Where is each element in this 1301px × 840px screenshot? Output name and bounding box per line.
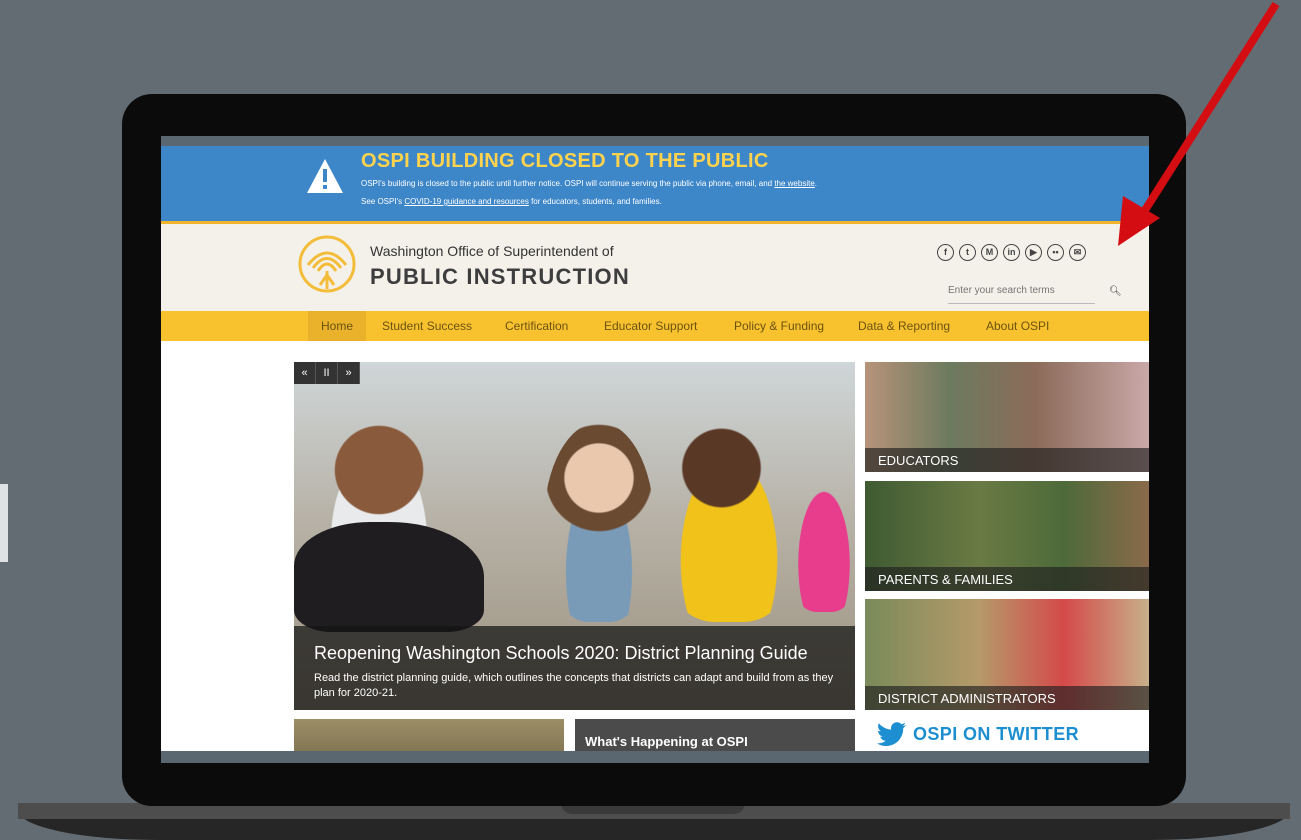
twitter-label: OSPI ON TWITTER — [913, 723, 1079, 744]
slideshow-controls: « II » — [294, 362, 360, 384]
browser-bottom-strip — [161, 751, 1149, 763]
hero-caption: Reopening Washington Schools 2020: Distr… — [294, 626, 855, 710]
org-name-big: PUBLIC INSTRUCTION — [370, 264, 630, 289]
search-input[interactable] — [948, 281, 1095, 304]
nav-student-success[interactable]: Student Success — [382, 311, 472, 341]
hero-title[interactable]: Reopening Washington Schools 2020: Distr… — [314, 643, 808, 664]
medium-icon[interactable]: M — [981, 244, 998, 261]
alert-line-1: OSPI's building is closed to the public … — [361, 179, 818, 188]
laptop-screen: OSPI BUILDING CLOSED TO THE PUBLIC OSPI'… — [161, 136, 1149, 763]
nav-policy-funding[interactable]: Policy & Funding — [734, 311, 824, 341]
hero-child-3 — [654, 402, 804, 622]
alert-title: OSPI BUILDING CLOSED TO THE PUBLIC — [361, 150, 769, 172]
linkedin-icon[interactable]: in — [1003, 244, 1020, 261]
nav-home[interactable]: Home — [308, 311, 367, 341]
pause-slide-button[interactable]: II — [316, 362, 338, 384]
tile-district-administrators-label: DISTRICT ADMINISTRATORS — [865, 686, 1149, 710]
next-slide-button[interactable]: » — [338, 362, 360, 384]
hero-child-4 — [784, 452, 855, 612]
nav-educator-support[interactable]: Educator Support — [604, 311, 697, 341]
tile-district-administrators[interactable]: DISTRICT ADMINISTRATORS — [865, 599, 1149, 710]
tile-educators[interactable]: EDUCATORS — [865, 362, 1149, 472]
social-links: f t M in ▶ •• ✉ — [937, 244, 1086, 261]
org-name-small: Washington Office of Superintendent of — [370, 243, 614, 259]
alert-line-2: See OSPI's COVID-19 guidance and resourc… — [361, 197, 662, 206]
nav-about-ospi[interactable]: About OSPI — [986, 311, 1049, 341]
tile-educators-label: EDUCATORS — [865, 448, 1149, 472]
covid-guidance-link[interactable]: COVID-19 guidance and resources — [404, 197, 529, 206]
twitter-icon[interactable]: t — [959, 244, 976, 261]
side-tab — [0, 484, 8, 562]
chat-icon[interactable]: ✉ — [1069, 244, 1086, 261]
tile-parents-families-label: PARENTS & FAMILIES — [865, 567, 1149, 591]
previous-slide-button[interactable]: « — [294, 362, 316, 384]
hero-child-pants — [294, 522, 484, 632]
ospi-logo[interactable] — [298, 235, 356, 293]
masthead: Washington Office of Superintendent of P… — [161, 224, 1149, 311]
facebook-icon[interactable]: f — [937, 244, 954, 261]
website-link[interactable]: the website — [774, 179, 814, 188]
search-icon[interactable]: 🔍︎ — [1109, 286, 1122, 297]
warning-icon — [307, 159, 343, 193]
main-nav: Home Student Success Certification Educa… — [161, 311, 1149, 341]
browser-top-strip — [161, 136, 1149, 146]
whats-happening-title[interactable]: What's Happening at OSPI — [585, 734, 748, 749]
tile-parents-families[interactable]: PARENTS & FAMILIES — [865, 481, 1149, 591]
hero-child-2 — [544, 422, 654, 622]
hero-description: Read the district planning guide, which … — [314, 672, 834, 699]
twitter-bird-icon — [877, 722, 906, 746]
alert-banner: OSPI BUILDING CLOSED TO THE PUBLIC OSPI'… — [161, 146, 1149, 224]
twitter-heading[interactable]: OSPI ON TWITTER — [877, 722, 1079, 746]
hero-slideshow[interactable]: « II » Reopening Washington Schools 2020… — [294, 362, 855, 710]
flickr-icon[interactable]: •• — [1047, 244, 1064, 261]
nav-certification[interactable]: Certification — [505, 311, 568, 341]
youtube-icon[interactable]: ▶ — [1025, 244, 1042, 261]
nav-data-reporting[interactable]: Data & Reporting — [858, 311, 950, 341]
